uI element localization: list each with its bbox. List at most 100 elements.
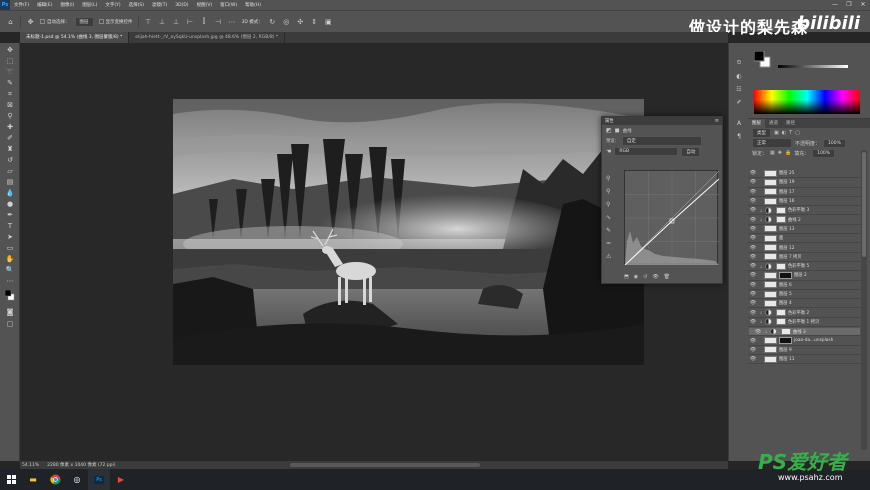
layer-row[interactable]: 👁 图层 9 [748,346,861,355]
eye-icon[interactable]: 👁 [748,282,758,288]
screen-mode-icon[interactable]: ▢ [5,319,15,329]
layer-row[interactable]: 👁 图层 19 [748,178,861,188]
eye-icon[interactable]: 👁 [748,170,758,176]
scale-3d-icon[interactable]: ▣ [324,17,333,26]
black-point-eyedropper-icon[interactable]: ⚲ [606,175,611,182]
layer-thumbnail[interactable] [765,318,772,326]
layer-mask-thumbnail[interactable] [776,309,786,317]
layer-thumbnail[interactable] [764,225,777,233]
fill-input[interactable]: 100% [812,148,836,158]
gray-point-eyedropper-icon[interactable]: ⚲ [606,188,611,195]
adjust-panel-icon[interactable]: ◐ [734,71,744,81]
menu-help[interactable]: 帮助(H) [241,2,265,8]
layer-row[interactable]: 👁 图层 6 [748,281,861,290]
layer-thumbnail[interactable] [765,262,772,270]
auto-select-dropdown[interactable]: 图层 [74,16,94,27]
history-brush-icon[interactable]: ↺ [5,155,15,165]
blend-mode-dropdown[interactable]: 正常 [752,138,792,148]
menu-view[interactable]: 视图(V) [193,2,217,8]
color-swatches-icon[interactable] [5,290,15,301]
paragraph-panel-icon[interactable]: ¶ [734,131,744,141]
roll-3d-icon[interactable]: ◎ [282,17,291,26]
color-spectrum[interactable] [754,90,860,114]
layer-mask-thumbnail[interactable] [779,337,792,345]
filter-type-icon[interactable]: T [789,130,792,136]
eye-icon[interactable]: 👁 [748,198,758,204]
crop-tool-icon[interactable]: ⌗ [5,89,15,99]
quick-mask-icon[interactable]: ◙ [5,307,15,317]
layer-thumbnail[interactable] [764,290,777,298]
eye-icon[interactable]: 👁 [748,254,758,260]
layer-row[interactable]: 👁 图层 4 [748,299,861,309]
tab-paths[interactable]: 路径 [782,119,799,128]
layer-row[interactable]: 👁 图层 25 [748,169,861,179]
layer-row[interactable]: 👁 ↓ 曲线 2 [748,216,861,225]
lock-all-icon[interactable]: 🔒 [785,150,791,156]
eyedropper-tool-icon[interactable]: ⚲ [5,111,15,121]
type-tool-icon[interactable]: T [5,221,15,231]
auto-select-checkbox[interactable]: 自动选择： [40,19,70,25]
clip-to-layer-icon[interactable]: ⬒ [624,274,629,280]
character-panel-icon[interactable]: A [734,118,744,128]
eye-icon[interactable]: 👁 [748,347,758,353]
align-left-icon[interactable]: ⊢ [186,17,195,26]
clone-stamp-icon[interactable]: ♜ [5,144,15,154]
menu-edit[interactable]: 编辑(E) [33,2,56,8]
menu-filter[interactable]: 滤镜(T) [148,2,171,8]
align-center-icon[interactable]: ⫿ [200,17,209,26]
eye-icon[interactable]: 👁 [748,319,758,325]
menu-3d[interactable]: 3D(D) [171,3,192,8]
layer-thumbnail[interactable] [764,178,777,186]
layer-thumbnail[interactable] [764,244,777,252]
brightness-slider[interactable] [778,65,848,68]
layer-row[interactable]: 👁 ↓ 色彩平衡 3 [748,206,861,216]
history-panel-icon[interactable]: ⏲ [734,58,744,68]
view-previous-icon[interactable]: ◉ [634,274,638,280]
restore-button[interactable]: ❐ [842,0,856,10]
preset-dropdown[interactable]: 自定 [621,136,702,146]
eye-icon[interactable]: 👁 [748,263,758,269]
layer-row[interactable]: 👁 图层 16 [748,197,861,207]
layer-row[interactable]: 👁 图层 12 [748,243,861,253]
menu-file[interactable]: 文件(F) [10,2,33,8]
layer-thumbnail[interactable] [764,281,777,289]
eye-icon[interactable]: 👁 [748,338,758,344]
layers-scroll-thumb[interactable] [862,152,866,257]
layer-row[interactable]: 👁 ↓ 色彩平衡 5 [748,262,861,272]
layer-kind-filter[interactable]: 类型 [752,128,771,138]
brush-panel-icon[interactable]: ✐ [734,97,744,107]
horizontal-scrollbar[interactable] [290,463,480,467]
photoshop-taskbar-icon[interactable]: Ps [88,469,110,490]
brush-tool-icon[interactable]: ✐ [5,133,15,143]
home-icon[interactable]: ⌂ [6,17,15,26]
menu-image[interactable]: 图像(I) [56,2,78,8]
tab-channels[interactable]: 通道 [765,119,782,128]
layer-row[interactable]: 👁 图层 11 [748,355,861,365]
menu-layer[interactable]: 图层(L) [78,2,101,8]
eye-icon[interactable]: 👁 [748,272,758,278]
eye-icon[interactable]: 👁 [748,235,758,241]
layer-row[interactable]: 👁 图层 13 [748,225,861,235]
shape-tool-icon[interactable]: ▭ [5,243,15,253]
layer-mask-thumbnail[interactable] [781,328,791,336]
white-point-eyedropper-icon[interactable]: ⚲ [606,201,611,208]
eraser-tool-icon[interactable]: ▱ [5,166,15,176]
layer-thumbnail[interactable] [764,197,777,205]
minimize-button[interactable]: — [828,0,842,10]
layer-row[interactable]: 👁 鹿 [748,234,861,244]
windows-start-icon[interactable] [0,469,22,490]
filter-adjust-icon[interactable]: ◐ [782,130,786,136]
frame-tool-icon[interactable]: ⊠ [5,100,15,110]
opacity-input[interactable]: 100% [823,138,846,148]
chrome-icon[interactable] [44,469,66,490]
visibility-icon[interactable]: 👁 [652,274,658,280]
fg-bg-color-icon[interactable] [754,51,774,71]
slide-3d-icon[interactable]: ⇕ [310,17,319,26]
gradient-tool-icon[interactable]: ▤ [5,177,15,187]
zoom-tool-icon[interactable]: 🔍 [5,265,15,275]
layer-mask-thumbnail[interactable] [776,216,786,224]
drag-3d-icon[interactable]: ✣ [296,17,305,26]
layer-thumbnail[interactable] [764,188,777,196]
layer-mask-thumbnail[interactable] [776,206,786,214]
on-image-adjust-icon[interactable]: ☚ [606,148,611,155]
